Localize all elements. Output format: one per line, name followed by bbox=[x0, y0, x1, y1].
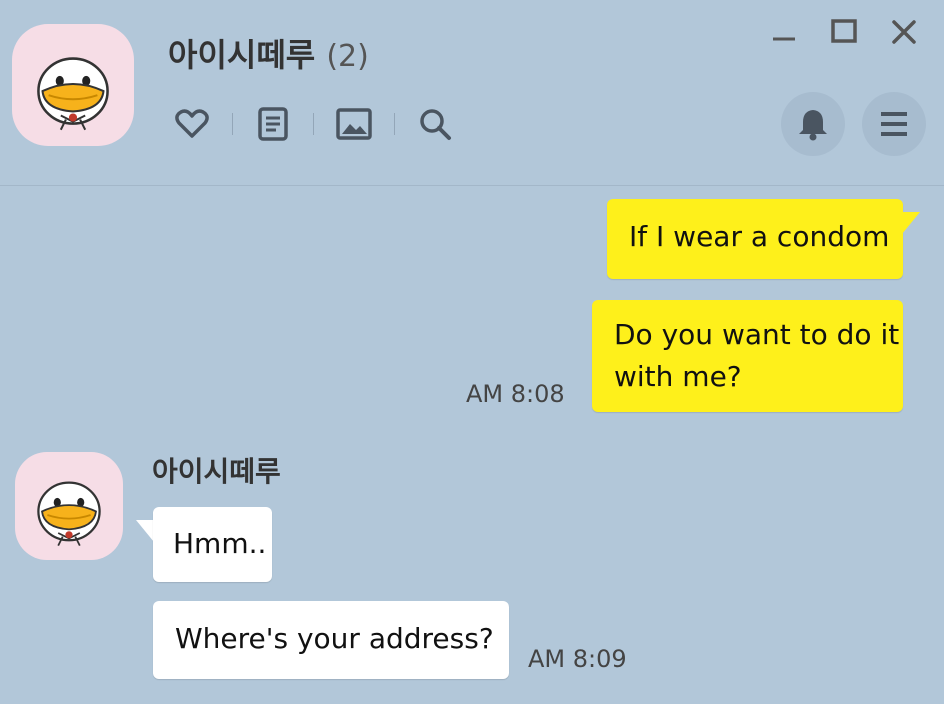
sender-name: 아이시떼루 bbox=[152, 455, 281, 488]
maximize-icon[interactable] bbox=[826, 14, 862, 50]
chat-header: 아이시떼루 (2) bbox=[0, 0, 944, 186]
chat-avatar[interactable] bbox=[12, 24, 134, 146]
notes-icon[interactable] bbox=[249, 100, 297, 148]
bubble-tail bbox=[902, 212, 920, 234]
toolbar-divider bbox=[232, 113, 233, 135]
message-timestamp: AM 8:08 bbox=[466, 380, 565, 408]
message-text: Hmm.. bbox=[173, 527, 267, 560]
toolbar-divider bbox=[394, 113, 395, 135]
chat-title: 아이시떼루 (2) bbox=[168, 30, 369, 76]
incoming-message[interactable]: Where's your address? bbox=[153, 601, 509, 679]
outgoing-message[interactable]: Do you want to do it with me? bbox=[592, 300, 903, 412]
message-text: If I wear a condom bbox=[629, 220, 890, 253]
chat-name: 아이시떼루 bbox=[168, 36, 316, 74]
toolbar-divider bbox=[313, 113, 314, 135]
duck-avatar-image bbox=[37, 57, 109, 131]
incoming-message[interactable]: Hmm.. bbox=[153, 507, 272, 582]
chat-toolbar bbox=[168, 100, 459, 148]
message-timestamp: AM 8:09 bbox=[528, 645, 627, 673]
message-text-line: with me? bbox=[614, 360, 742, 393]
album-icon[interactable] bbox=[330, 100, 378, 148]
close-icon[interactable] bbox=[886, 14, 922, 50]
sender-avatar[interactable] bbox=[15, 452, 123, 560]
menu-icon bbox=[881, 112, 907, 136]
member-count: (2) bbox=[326, 39, 369, 74]
message-text: Where's your address? bbox=[175, 622, 494, 655]
duck-avatar-image bbox=[37, 481, 101, 547]
minimize-icon[interactable] bbox=[766, 14, 802, 50]
notification-button[interactable] bbox=[781, 92, 845, 156]
outgoing-message[interactable]: If I wear a condom bbox=[607, 199, 903, 279]
search-icon[interactable] bbox=[411, 100, 459, 148]
bell-icon bbox=[799, 110, 827, 141]
menu-button[interactable] bbox=[862, 92, 926, 156]
heart-icon[interactable] bbox=[168, 100, 216, 148]
message-text-line: Do you want to do it bbox=[614, 318, 900, 351]
bubble-tail bbox=[136, 520, 154, 542]
